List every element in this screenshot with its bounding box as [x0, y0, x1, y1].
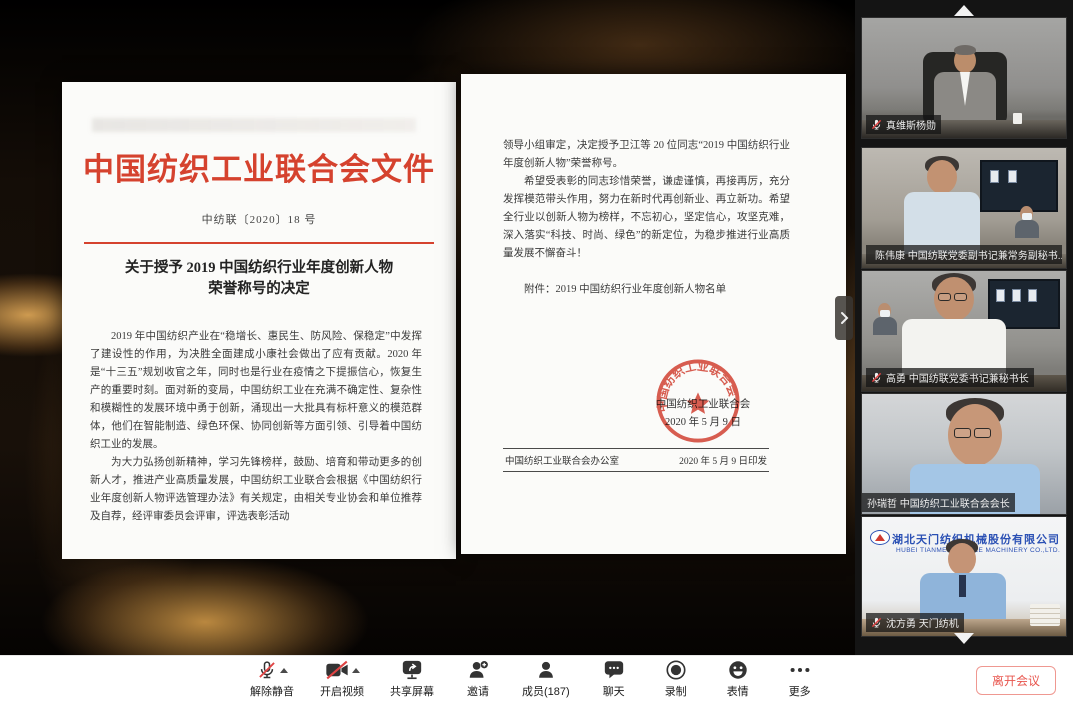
document-heading-line1: 关于授予 2019 中国纺织行业年度创新人物: [62, 258, 456, 279]
necktie: [959, 575, 966, 597]
meeting-window: 中国纺织工业联合会文件 中纺联〔2020〕18 号 关于授予 2019 中国纺织…: [0, 0, 1073, 702]
paragraph: 为大力弘扬创新精神，学习先锋榜样，鼓励、培育和带动更多的创新人才，推进产业高质量…: [90, 454, 422, 526]
official-seal: 中国纺织工业联合会: [655, 358, 741, 444]
footer-print-date: 2020 年 5 月 9 日印发: [679, 453, 767, 467]
participant-name: 孙瑞哲 中国纺织工业联合会会长: [867, 495, 1010, 510]
unmute-label: 解除静音: [250, 683, 294, 699]
chat-label: 聊天: [603, 683, 625, 699]
participant-name-tag: 真维斯杨勋: [866, 115, 941, 134]
share-screen-label: 共享屏幕: [390, 683, 434, 699]
start-video-label: 开启视频: [320, 683, 364, 699]
face-mask: [1022, 213, 1032, 220]
attendee-body: [873, 317, 897, 335]
company-logo: [870, 530, 890, 545]
eyeglasses: [938, 293, 967, 301]
document-footer: 中国纺织工业联合会办公室 2020 年 5 月 9 日印发: [503, 448, 769, 472]
shared-screen-area: 中国纺织工业联合会文件 中纺联〔2020〕18 号 关于授予 2019 中国纺织…: [0, 0, 855, 655]
document-page-left: 中国纺织工业联合会文件 中纺联〔2020〕18 号 关于授予 2019 中国纺织…: [62, 82, 456, 559]
members-button[interactable]: 成员(187): [522, 659, 570, 699]
person-hair: [954, 45, 976, 55]
share-screen-button[interactable]: 共享屏幕: [390, 659, 434, 699]
paper-cup: [1013, 113, 1022, 124]
footer-issuing-office: 中国纺织工业联合会办公室: [505, 453, 619, 467]
mic-muted-icon: [871, 372, 882, 383]
record-label: 录制: [665, 683, 687, 699]
seal-star-icon: [687, 392, 710, 414]
participants-sidebar: 真维斯杨勋: [855, 0, 1073, 655]
next-page-button[interactable]: [835, 296, 853, 340]
camera-options-caret-icon[interactable]: [352, 668, 360, 673]
leave-meeting-button[interactable]: 离开会议: [976, 666, 1056, 695]
more-button[interactable]: 更多: [782, 659, 818, 699]
screen-portrait: [1028, 289, 1037, 302]
paragraph: 希望受表彰的同志珍惜荣誉，谦虚谨慎，再接再厉，充分发挥模范带头作用，努力在新时代…: [503, 173, 790, 263]
scroll-up-icon[interactable]: [954, 5, 974, 16]
video-tile-2[interactable]: 陈伟康 中国纺联党委副书记兼常务副秘书...: [861, 147, 1067, 269]
camera-off-icon: [325, 659, 349, 681]
participant-name: 真维斯杨勋: [886, 117, 936, 132]
participant-name-tag: 高勇 中国纺联党委书记兼秘书长: [866, 368, 1034, 387]
document-body-left: 2019 年中国纺织产业在“稳增长、惠民生、防风险、保稳定”中发挥了建设性的作用…: [62, 328, 456, 526]
wall-screen: [980, 160, 1058, 212]
more-label: 更多: [789, 683, 811, 699]
chat-button[interactable]: 聊天: [596, 659, 632, 699]
members-label: 成员(187): [522, 683, 570, 699]
mic-options-caret-icon[interactable]: [280, 668, 288, 673]
paragraph: 领导小组审定，决定授予卫江等 20 位同志“2019 中国纺织行业年度创新人物”…: [503, 137, 790, 173]
screen-portrait: [990, 170, 999, 183]
page-bleed-through: [92, 118, 416, 132]
members-icon: [535, 659, 557, 681]
video-tile-5[interactable]: 湖北天门纺织机械股份有限公司 HUBEI TIANMEN TEXTILE MAC…: [861, 516, 1067, 637]
toolbar-button-group: 解除静音 开启视频: [250, 659, 818, 699]
participant-name-tag: 孙瑞哲 中国纺织工业联合会会长: [862, 493, 1015, 512]
mic-muted-icon: [257, 659, 277, 681]
person-head: [948, 543, 976, 575]
participant-name-tag: 陈伟康 中国纺联党委副书记兼常务副秘书...: [866, 245, 1062, 264]
ellipsis-icon: [788, 659, 812, 681]
person-head: [927, 160, 957, 194]
paragraph: 2019 年中国纺织产业在“稳增长、惠民生、防风险、保稳定”中发挥了建设性的作用…: [90, 328, 422, 454]
screen-portrait: [1008, 170, 1017, 183]
record-button[interactable]: 录制: [658, 659, 694, 699]
video-tile-1[interactable]: 真维斯杨勋: [861, 17, 1067, 139]
document-page-right: 领导小组审定，决定授予卫江等 20 位同志“2019 中国纺织行业年度创新人物”…: [461, 74, 846, 554]
chevron-right-icon: [840, 311, 849, 325]
screen-portrait: [1012, 289, 1021, 302]
scroll-down-icon[interactable]: [954, 633, 974, 644]
video-tile-3[interactable]: 高勇 中国纺联党委书记兼秘书长: [861, 270, 1067, 392]
document-heading: 关于授予 2019 中国纺织行业年度创新人物 荣誉称号的决定: [62, 258, 456, 300]
company-name-en: HUBEI TIANMEN TEXTILE MACHINERY CO.,LTD.: [896, 547, 1062, 554]
red-divider-rule: [84, 242, 434, 244]
screen-portrait: [996, 289, 1005, 302]
invite-button[interactable]: 邀请: [460, 659, 496, 699]
meeting-toolbar: 解除静音 开启视频: [0, 655, 1073, 702]
record-icon: [665, 659, 687, 681]
document-stack: [1030, 604, 1060, 626]
document-body-right: 领导小组审定，决定授予卫江等 20 位同志“2019 中国纺织行业年度创新人物”…: [461, 74, 846, 299]
document-header-title: 中国纺织工业联合会文件: [72, 144, 446, 189]
face-mask: [880, 310, 890, 317]
eyeglasses: [954, 428, 991, 436]
video-tile-4[interactable]: 孙瑞哲 中国纺织工业联合会会长: [861, 393, 1067, 515]
invite-person-icon: [467, 659, 489, 681]
unmute-button[interactable]: 解除静音: [250, 659, 294, 699]
emoji-label: 表情: [727, 683, 749, 699]
participant-name: 高勇 中国纺联党委书记兼秘书长: [886, 370, 1029, 385]
participant-name: 沈方勇 天门纺机: [886, 615, 959, 630]
emoji-button[interactable]: 表情: [720, 659, 756, 699]
mic-muted-icon: [871, 119, 882, 130]
chat-bubble-icon: [603, 659, 625, 681]
mic-muted-icon: [871, 617, 882, 628]
invite-label: 邀请: [467, 683, 489, 699]
document-heading-line2: 荣誉称号的决定: [62, 279, 456, 300]
document-number: 中纺联〔2020〕18 号: [62, 211, 456, 227]
attendee-body: [1015, 220, 1039, 238]
share-screen-icon: [401, 659, 423, 681]
attachment-line: 附件：2019 中国纺织行业年度创新人物名单: [503, 281, 790, 299]
participant-name: 陈伟康 中国纺联党委副书记兼常务副秘书...: [875, 247, 1062, 262]
participant-name-tag: 沈方勇 天门纺机: [866, 613, 964, 632]
start-video-button[interactable]: 开启视频: [320, 659, 364, 699]
smiley-icon: [727, 659, 749, 681]
